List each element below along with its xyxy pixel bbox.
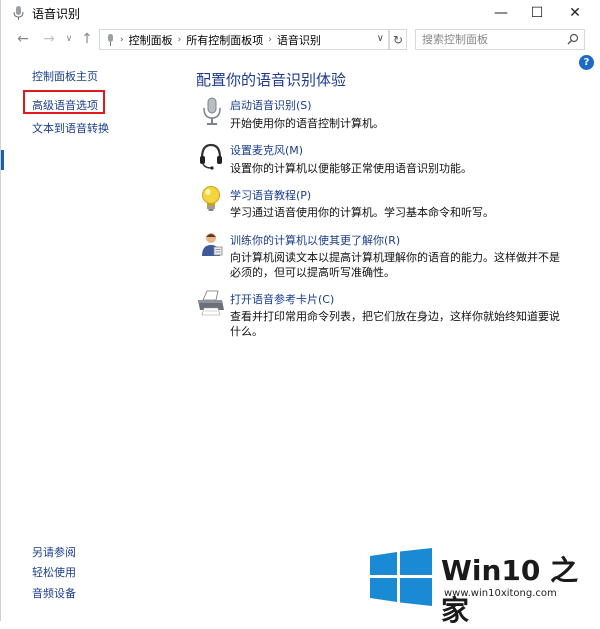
printer-icon: [198, 290, 224, 316]
search-input[interactable]: 搜索控制面板: [415, 29, 585, 50]
text-to-speech-link[interactable]: 文本到语音转换: [32, 120, 109, 136]
setup-microphone-desc: 设置你的计算机以便能够正常使用语音识别功能。: [230, 162, 472, 175]
arrow-up-icon: ↑: [81, 31, 93, 47]
up-button[interactable]: ↑: [77, 29, 97, 49]
navigation-bar: ← → ∨ ↑ › 控制面板 › 所有控制面板项 › 语音识别 ∨ ↻ 搜索控制…: [1, 27, 600, 53]
search-icon[interactable]: [567, 33, 579, 45]
title-bar: 语音识别 — ☐ ✕: [1, 0, 600, 26]
headset-icon: [200, 143, 222, 170]
lightbulb-icon: [202, 186, 220, 211]
microphone-icon: [203, 97, 221, 125]
watermark: Win10 之家 www.win10xitong.com: [370, 548, 600, 627]
speech-tutorial-link[interactable]: 学习语音教程(P): [230, 187, 311, 203]
audio-devices-link[interactable]: 音频设备: [32, 585, 76, 601]
arrow-left-icon: ←: [17, 31, 29, 47]
microphone-icon: [13, 6, 24, 20]
back-button[interactable]: ←: [13, 29, 33, 49]
watermark-url: www.win10xitong.com: [444, 588, 557, 599]
train-computer-link[interactable]: 训练你的计算机以使其更了解你(R): [230, 232, 400, 248]
breadcrumb-separator-icon: ›: [268, 34, 272, 45]
breadcrumb-all-items[interactable]: 所有控制面板项: [186, 32, 263, 48]
refresh-button[interactable]: ↻: [389, 29, 407, 50]
page-heading: 配置你的语音识别体验: [196, 71, 347, 89]
setup-microphone-link[interactable]: 设置麦克风(M): [230, 142, 303, 158]
train-computer-desc: 向计算机阅读文本以提高计算机理解你的语音的能力。这样做并不是必须的，但可以提高听…: [230, 251, 560, 279]
arrow-right-icon: →: [43, 31, 55, 47]
start-speech-recognition-link[interactable]: 启动语音识别(S): [230, 97, 312, 113]
start-speech-recognition-desc: 开始使用你的语音控制计算机。: [230, 117, 384, 130]
breadcrumb-separator-icon: ›: [120, 34, 124, 45]
breadcrumb-control-panel[interactable]: 控制面板: [129, 32, 173, 48]
user-training-icon: [202, 233, 223, 256]
control-panel-window: 语音识别 — ☐ ✕ ← → ∨ ↑ › 控制面板 › 所有控制面板项 › 语音…: [0, 0, 600, 627]
recent-locations-button[interactable]: ∨: [59, 29, 79, 49]
ease-of-access-link[interactable]: 轻松使用: [32, 564, 76, 580]
chevron-down-icon: ∨: [65, 34, 73, 44]
breadcrumb-separator-icon: ›: [177, 34, 182, 45]
reference-card-link[interactable]: 打开语音参考卡片(C): [230, 291, 334, 307]
forward-button[interactable]: →: [39, 29, 59, 49]
maximize-button[interactable]: ☐: [519, 0, 555, 26]
see-also-label: 另请参阅: [32, 546, 76, 559]
help-button[interactable]: ?: [579, 55, 594, 70]
control-panel-home-link[interactable]: 控制面板主页: [32, 68, 98, 84]
window-title: 语音识别: [32, 7, 81, 21]
speech-tutorial-desc: 学习通过语音使用你的计算机。学习基本命令和听写。: [230, 206, 494, 219]
windows-logo-icon: [370, 548, 432, 606]
background-window-edge: [1, 150, 4, 170]
address-bar[interactable]: › 控制面板 › 所有控制面板项 › 语音识别 ∨: [99, 29, 389, 50]
refresh-icon: ↻: [392, 32, 404, 47]
reference-card-desc: 查看并打印常用命令列表，把它们放在身边，这样你就始终知道要说什么。: [230, 310, 560, 338]
address-dropdown-icon[interactable]: ∨: [377, 33, 384, 44]
minimize-button[interactable]: —: [483, 0, 519, 26]
search-placeholder: 搜索控制面板: [422, 33, 488, 46]
advanced-speech-options-link[interactable]: 高级语音选项: [32, 97, 98, 113]
breadcrumb-speech-recognition[interactable]: 语音识别: [277, 32, 321, 48]
microphone-icon: [108, 33, 113, 46]
close-button[interactable]: ✕: [557, 0, 593, 26]
